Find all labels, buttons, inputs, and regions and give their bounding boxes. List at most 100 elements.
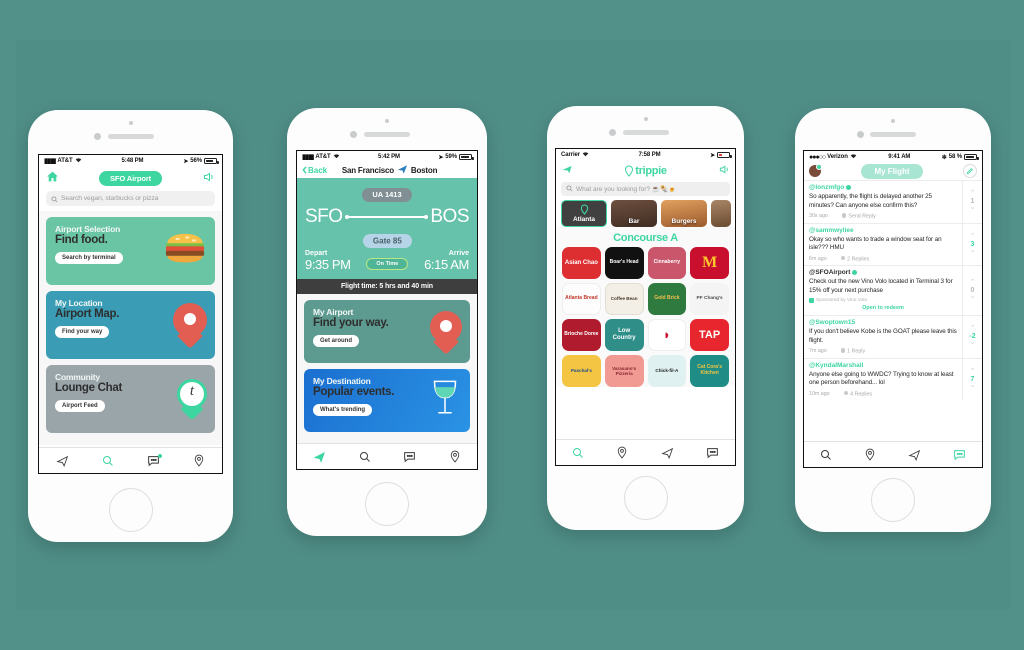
tile-brand[interactable]: Paschal's [562,355,601,387]
tile-brand[interactable]: Coffee Bean [604,283,644,315]
search-input[interactable]: What are you looking for? ☕🌯🍺 [561,182,730,196]
tile-brand[interactable]: Brioche Doree [562,319,601,351]
post-user[interactable]: @SFOAirport [809,269,957,276]
tile-brand[interactable]: Varasano's Pizzeria [604,355,644,387]
phone-2: ▮▮▮▮ AT&T 5:42 PM ➤ 59% Back San Francis… [287,108,487,536]
upvote-icon[interactable]: ⌃ [970,368,976,375]
category-chip-row[interactable]: Atlanta Bar Burgers [556,200,735,227]
upvote-icon[interactable]: ⌃ [970,325,976,332]
tile-label: Low Country [612,328,636,341]
back-button[interactable]: Back [302,166,327,175]
post-action[interactable]: 2 Replies [840,255,869,262]
post-action-label: 1 Reply [847,348,866,355]
tab-location-icon[interactable] [864,448,876,461]
search-input[interactable]: Search vegan, starbucks or pizza [46,191,215,206]
upvote-icon[interactable]: ⌃ [970,279,976,286]
megaphone-icon[interactable] [718,162,730,180]
tile-brand[interactable]: Hawks◗ [647,319,687,351]
tab-chat-icon[interactable] [706,447,719,459]
post-action[interactable]: 1 Reply [840,348,866,355]
vote-control[interactable]: ⌃ 1 ⌄ [962,181,982,223]
tile-brand[interactable]: TAP [690,319,729,351]
tile-brand[interactable]: Low Country [604,319,644,351]
tab-search-icon[interactable] [102,455,114,467]
post-user[interactable]: @Swoptown15 [809,319,957,326]
tab-location-icon[interactable] [449,450,461,463]
post-action[interactable]: 4 Replies [843,390,872,397]
tab-location-icon[interactable] [616,446,628,459]
vote-control[interactable]: ⌃ 0 ⌄ [962,266,982,315]
tab-location-icon[interactable] [193,454,205,467]
tile-brand[interactable]: Chick-fil-A [647,355,687,387]
carrier-label: AT&T [315,154,331,160]
tile-brand[interactable]: Cat Cora's Kitchen [690,355,729,387]
tile-brand[interactable]: PF Chang's [690,283,729,315]
chip-more[interactable] [711,200,731,227]
upvote-icon[interactable]: ⌃ [970,233,976,240]
card-button[interactable]: Airport Feed [55,400,105,412]
card-community[interactable]: Community Lounge Chat Airport Feed t [46,365,215,433]
post-item-sponsored[interactable]: @SFOAirport Check out the new Vino Volo … [804,265,982,315]
airport-selector-pill[interactable]: SFO Airport [98,171,163,186]
vote-control[interactable]: ⌃ 3 ⌄ [962,223,982,265]
home-button[interactable] [365,482,409,526]
tab-chat-icon[interactable] [953,449,966,461]
home-button[interactable] [623,476,668,520]
vote-control[interactable]: ⌃ -2 ⌄ [962,316,982,358]
card-button[interactable]: Get around [313,335,360,347]
tile-brand[interactable]: Asian Chao [562,247,601,279]
post-user[interactable]: @lonzmfgo [809,184,957,191]
tile-brand[interactable]: Atlanta Bread [562,283,601,315]
post-user[interactable]: @sammwyliee [809,227,957,234]
pencil-icon[interactable] [962,164,977,178]
downvote-icon[interactable]: ⌄ [970,247,976,254]
route-title: San Francisco Boston [331,164,448,176]
tab-plane-icon[interactable] [660,446,674,459]
post-item[interactable]: @lonzmfgo So apparently, the flight is d… [804,180,982,223]
downvote-icon[interactable]: ⌄ [970,204,976,211]
tab-plane-icon[interactable] [313,450,326,463]
home-button[interactable] [871,478,915,522]
redeem-cta[interactable]: Open to redeem [809,303,957,312]
chip-label: Burgers [671,218,697,225]
downvote-icon[interactable]: ⌄ [970,382,976,389]
home-button[interactable] [108,488,153,532]
tile-brand[interactable]: McDonald'sM [690,247,729,279]
vote-control[interactable]: ⌃ 7 ⌄ [962,358,982,400]
tile-brand[interactable]: Boar's Head [604,247,644,279]
card-button[interactable]: What's trending [313,404,373,416]
tab-plane-icon[interactable] [55,454,69,467]
post-user[interactable]: @KyndalMarshall [809,362,957,369]
post-item[interactable]: @sammwyliee Okay so who wants to trade a… [804,222,982,265]
post-action[interactable]: Send Reply [841,213,876,220]
tile-brand[interactable]: Gold Brick [647,283,687,315]
my-flight-pill[interactable]: My Flight [861,163,923,179]
card-button[interactable]: Find your way [55,326,110,338]
chip-burgers[interactable]: Burgers [661,200,707,227]
tab-plane-icon[interactable] [908,448,921,461]
megaphone-icon[interactable] [202,170,215,188]
card-button[interactable]: Search by terminal [55,252,123,264]
card-my-location[interactable]: My Location Airport Map. Find your way [46,291,215,359]
downvote-icon[interactable]: ⌄ [970,293,976,300]
avatar[interactable] [809,164,822,177]
tab-chat-icon[interactable] [403,451,416,463]
upvote-icon[interactable]: ⌃ [970,190,976,197]
proximity-sensor [128,121,133,125]
tab-chat-icon[interactable] [147,453,163,467]
card-my-airport[interactable]: My Airport Find your way. Get around [304,300,470,363]
card-my-destination[interactable]: My Destination Popular events. What's tr… [304,369,470,432]
home-icon[interactable] [46,170,59,188]
downvote-icon[interactable]: ⌄ [970,339,976,346]
tab-search-icon[interactable] [359,451,371,463]
card-airport-selection[interactable]: Airport Selection Find food. Search by t… [46,217,215,285]
tab-search-icon[interactable] [572,447,584,459]
chip-bar[interactable]: Bar [611,200,657,227]
plane-icon[interactable] [561,162,573,180]
tab-search-icon[interactable] [820,449,832,461]
post-item[interactable]: @Swoptown15 If you don't believe Kobe is… [804,315,982,358]
map-pin-red-icon [430,310,462,355]
chip-atlanta[interactable]: Atlanta [561,200,607,227]
post-item[interactable]: @KyndalMarshall Anyone else going to WWD… [804,357,982,400]
tile-brand[interactable]: Cinnaberry [647,247,687,279]
